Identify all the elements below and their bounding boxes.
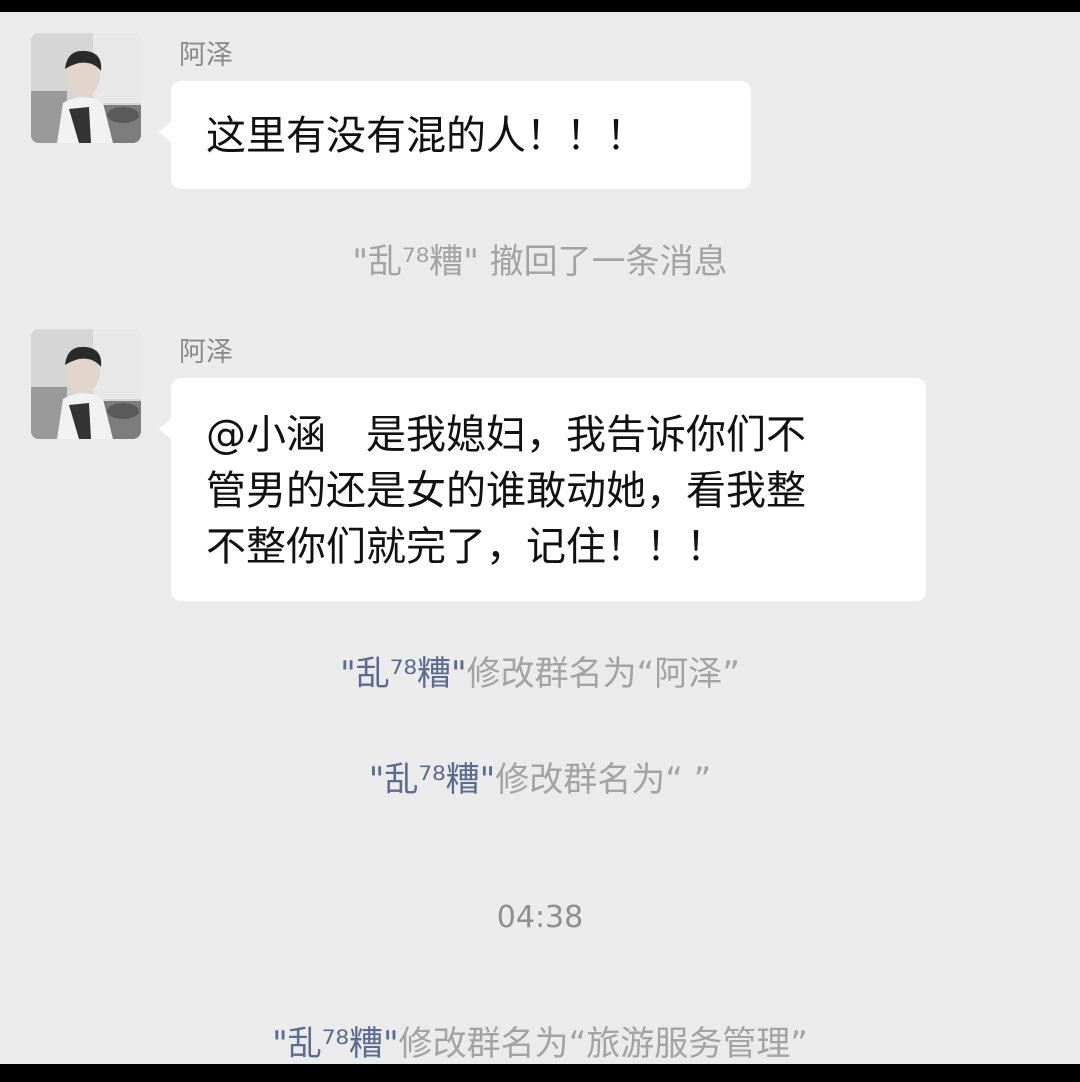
system-notice-recall: "乱⁷⁸糟" 撤回了一条消息 bbox=[0, 242, 1080, 282]
avatar-icon bbox=[31, 33, 141, 143]
sender-name: 阿泽 bbox=[179, 40, 233, 71]
notice-action: 修改群名为“ ” bbox=[495, 760, 712, 800]
notice-action: 撤回了一条消息 bbox=[478, 242, 728, 282]
message-text: 这里有没有混的人！！！ bbox=[206, 113, 646, 159]
notice-action: 修改群名为“阿泽” bbox=[466, 654, 740, 694]
system-notice-rename: "乱⁷⁸糟"修改群名为“ ” bbox=[0, 760, 1080, 800]
notice-user-name[interactable]: "乱⁷⁸糟" bbox=[340, 654, 467, 694]
sender-avatar[interactable] bbox=[31, 33, 141, 143]
message-bubble[interactable]: @小涵 是我媳妇，我告诉你们不 管男的还是女的谁敢动她，看我整 不整你们就完了，… bbox=[159, 378, 926, 601]
message-bubble[interactable]: 这里有没有混的人！！！ bbox=[159, 81, 751, 189]
sender-avatar[interactable] bbox=[31, 329, 141, 439]
system-notice-rename: "乱⁷⁸糟"修改群名为“阿泽” bbox=[0, 654, 1080, 694]
system-notice-rename: "乱⁷⁸糟"修改群名为“旅游服务管理” bbox=[0, 1024, 1080, 1064]
notice-user-name[interactable]: "乱⁷⁸糟" bbox=[352, 242, 479, 282]
avatar-icon bbox=[31, 329, 141, 439]
chat-timestamp: 04:38 bbox=[496, 900, 584, 935]
notice-user-name[interactable]: "乱⁷⁸糟" bbox=[369, 760, 496, 800]
notice-action: 修改群名为“旅游服务管理” bbox=[398, 1024, 808, 1064]
notice-user-name[interactable]: "乱⁷⁸糟" bbox=[272, 1024, 399, 1064]
message-text: @小涵 是我媳妇，我告诉你们不 管男的还是女的谁敢动她，看我整 不整你们就完了，… bbox=[206, 412, 806, 570]
sender-name: 阿泽 bbox=[179, 337, 233, 368]
chat-screen: 阿泽 这里有没有混的人！！！ "乱⁷⁸糟" 撤回了一条消息 阿泽 @小涵 是我媳… bbox=[0, 12, 1080, 1064]
